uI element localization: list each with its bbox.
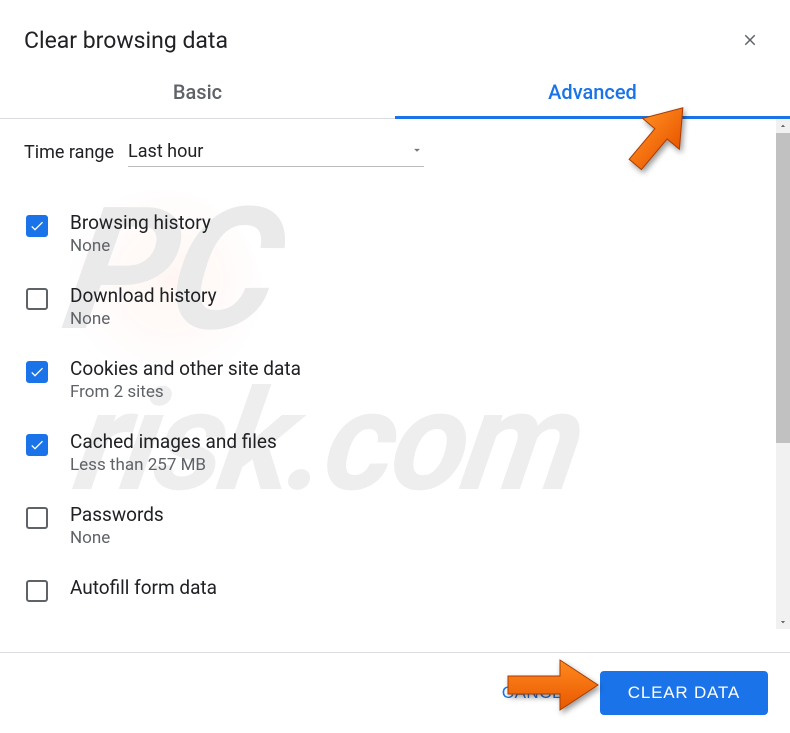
content-area: Time range Last hour Browsing historyNon… — [0, 119, 790, 629]
item-text: Download historyNone — [70, 284, 217, 329]
scrollbar-down-icon[interactable] — [776, 615, 790, 629]
chevron-down-icon — [410, 142, 424, 161]
close-icon — [741, 31, 759, 49]
check-icon — [29, 218, 45, 234]
clear-browsing-data-dialog: PC risk.com Clear browsing data Basic Ad… — [0, 0, 790, 733]
cancel-button-label: CANCEL — [502, 683, 574, 702]
item-subtitle: From 2 sites — [70, 382, 301, 402]
checkbox[interactable] — [26, 288, 48, 310]
clear-data-button-label: CLEAR DATA — [628, 683, 740, 702]
tab-basic[interactable]: Basic — [0, 66, 395, 118]
item-text: Cached images and filesLess than 257 MB — [70, 430, 277, 475]
item-title: Autofill form data — [70, 576, 217, 599]
check-icon — [29, 364, 45, 380]
item-title: Cached images and files — [70, 430, 277, 453]
list-item: Download historyNone — [24, 270, 768, 343]
item-text: Autofill form data — [70, 576, 217, 599]
checkbox[interactable] — [26, 434, 48, 456]
item-title: Cookies and other site data — [70, 357, 301, 380]
item-text: Cookies and other site dataFrom 2 sites — [70, 357, 301, 402]
tab-advanced-label: Advanced — [548, 80, 637, 104]
item-text: Browsing historyNone — [70, 211, 211, 256]
cancel-button[interactable]: CANCEL — [488, 673, 588, 713]
item-text: PasswordsNone — [70, 503, 164, 548]
list-item: Autofill form data — [24, 562, 768, 616]
dialog-header: Clear browsing data — [0, 0, 790, 66]
tab-basic-label: Basic — [173, 80, 222, 104]
time-range-value: Last hour — [128, 141, 203, 162]
tab-bar: Basic Advanced — [0, 66, 790, 119]
item-title: Browsing history — [70, 211, 211, 234]
item-subtitle: None — [70, 236, 211, 256]
item-title: Passwords — [70, 503, 164, 526]
checkbox[interactable] — [26, 580, 48, 602]
settings-scroll[interactable]: Time range Last hour Browsing historyNon… — [0, 119, 776, 629]
checkbox[interactable] — [26, 215, 48, 237]
list-item: Browsing historyNone — [24, 197, 768, 270]
check-icon — [29, 437, 45, 453]
close-button[interactable] — [734, 24, 766, 56]
checkbox[interactable] — [26, 361, 48, 383]
time-range-label: Time range — [24, 142, 114, 163]
item-subtitle: Less than 257 MB — [70, 455, 277, 475]
clear-data-button[interactable]: CLEAR DATA — [600, 671, 768, 715]
item-subtitle: None — [70, 528, 164, 548]
scrollbar[interactable] — [776, 119, 790, 629]
tab-advanced[interactable]: Advanced — [395, 66, 790, 118]
time-range-row: Time range Last hour — [24, 137, 768, 167]
time-range-dropdown[interactable]: Last hour — [128, 137, 424, 167]
checkbox[interactable] — [26, 507, 48, 529]
list-item: Cached images and filesLess than 257 MB — [24, 416, 768, 489]
item-title: Download history — [70, 284, 217, 307]
list-item: Cookies and other site dataFrom 2 sites — [24, 343, 768, 416]
scrollbar-thumb[interactable] — [776, 133, 790, 443]
list-item: PasswordsNone — [24, 489, 768, 562]
dialog-title: Clear browsing data — [24, 27, 228, 54]
dialog-footer: CANCEL CLEAR DATA — [0, 652, 790, 733]
scrollbar-up-icon[interactable] — [776, 119, 790, 133]
item-subtitle: None — [70, 309, 217, 329]
